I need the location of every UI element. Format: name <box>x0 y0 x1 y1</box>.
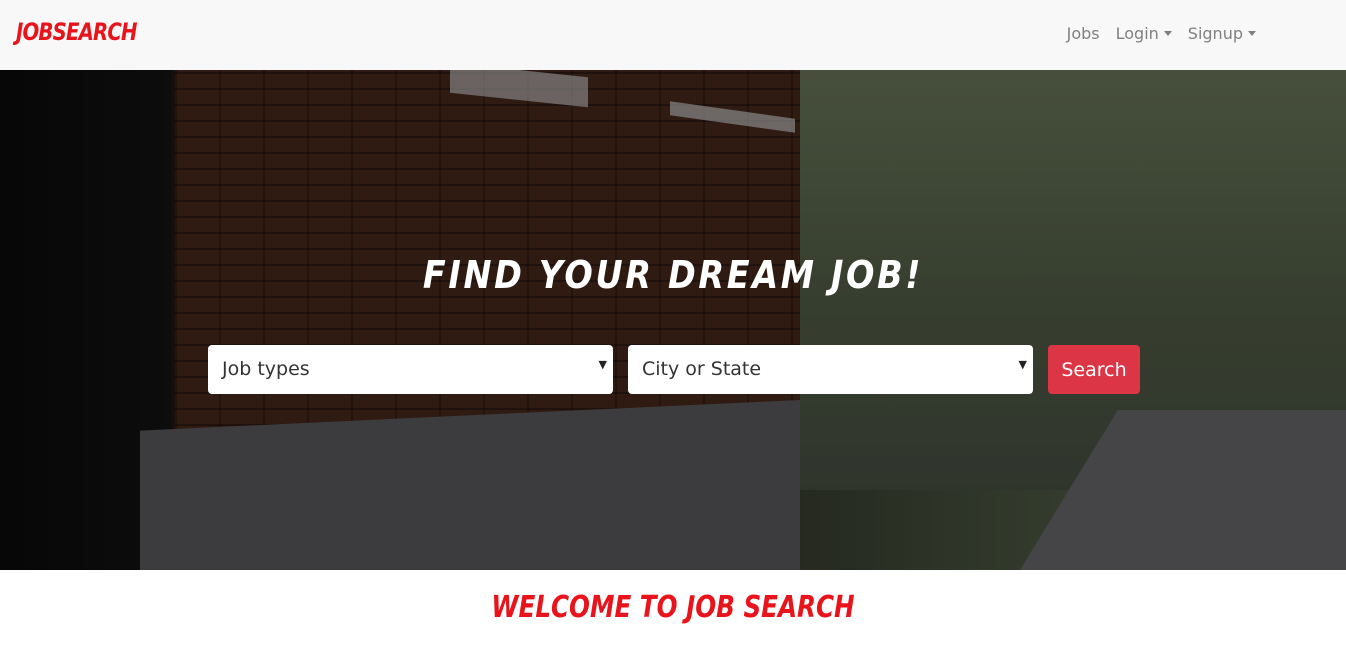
hero-title: FIND YOUR DREAM JOB! <box>422 253 924 297</box>
select-arrow-icon: ▼ <box>1018 358 1027 371</box>
job-types-select[interactable]: Job types ▼ <box>208 345 613 394</box>
job-types-value: Job types <box>222 358 310 380</box>
nav-jobs-link[interactable]: Jobs <box>1067 24 1100 43</box>
hero-overlay <box>0 70 1346 570</box>
nav-jobs-label: Jobs <box>1066 24 1100 43</box>
nav-links: Jobs Login Signup <box>1067 24 1256 43</box>
caret-down-icon <box>1163 31 1172 36</box>
city-state-value: City or State <box>642 358 762 380</box>
nav-signup-label: Signup <box>1187 24 1243 43</box>
caret-down-icon <box>1248 31 1256 36</box>
select-arrow-icon: ▼ <box>598 358 607 371</box>
city-state-select[interactable]: City or State ▼ <box>628 345 1033 394</box>
nav-login-dropdown[interactable]: Login <box>1116 24 1172 43</box>
top-navbar: JOBSEARCH Jobs Login Signup <box>0 0 1346 70</box>
search-button[interactable]: Search <box>1048 345 1140 394</box>
nav-signup-dropdown[interactable]: Signup <box>1188 24 1256 43</box>
welcome-heading: WELCOME TO JOB SEARCH <box>491 590 855 625</box>
hero-banner: FIND YOUR DREAM JOB! Job types ▼ City or… <box>0 70 1346 570</box>
nav-login-label: Login <box>1115 24 1159 43</box>
brand-logo[interactable]: JOBSEARCH <box>16 18 137 46</box>
